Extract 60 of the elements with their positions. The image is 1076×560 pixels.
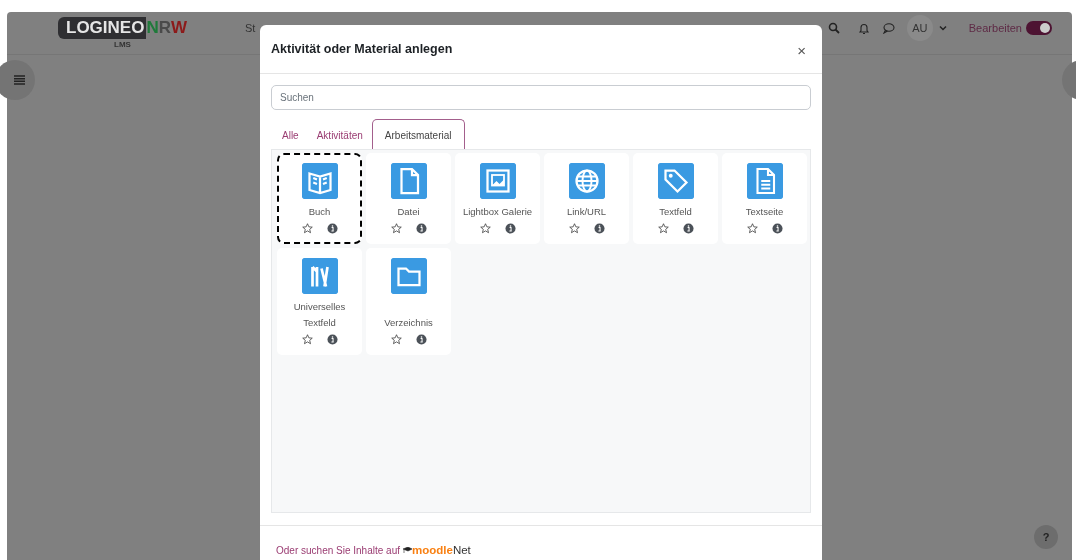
- info-icon[interactable]: [682, 223, 694, 234]
- chat-icon[interactable]: [881, 22, 895, 34]
- moodlenet-link[interactable]: moodleNet: [403, 544, 471, 556]
- info-icon[interactable]: [326, 334, 338, 345]
- edit-mode-toggle[interactable]: [1026, 21, 1052, 35]
- list-icon: [14, 75, 25, 85]
- close-button[interactable]: ×: [793, 42, 810, 59]
- module-card[interactable]: Buch: [277, 153, 362, 244]
- logo-subtitle: LMS: [114, 40, 131, 49]
- book-icon: [301, 163, 338, 199]
- module-card[interactable]: Textseite: [722, 153, 807, 244]
- module-card[interactable]: Datei: [366, 153, 451, 244]
- search-icon[interactable]: [827, 22, 840, 34]
- star-icon[interactable]: [301, 334, 313, 345]
- star-icon[interactable]: [390, 334, 402, 345]
- module-name: Datei: [397, 205, 420, 219]
- tab[interactable]: Arbeitsmaterial: [371, 119, 465, 149]
- graduation-cap-icon: [403, 546, 412, 554]
- gallery-icon: [479, 163, 516, 199]
- info-icon[interactable]: [415, 334, 427, 345]
- star-icon[interactable]: [657, 223, 669, 234]
- info-icon[interactable]: [504, 223, 516, 234]
- module-name: Link/URL: [566, 205, 607, 219]
- module-card[interactable]: Textfeld: [633, 153, 718, 244]
- star-icon[interactable]: [568, 223, 580, 234]
- star-icon[interactable]: [746, 223, 758, 234]
- edit-mode-label: Bearbeiten: [968, 22, 1022, 34]
- search-field[interactable]: Suchen: [271, 85, 811, 110]
- module-name: Buch: [308, 205, 331, 219]
- module-name: Textseite: [745, 205, 784, 219]
- info-icon[interactable]: [593, 223, 605, 234]
- module-name: Universelles Textfeld: [292, 300, 347, 330]
- module-card[interactable]: Lightbox Galerie: [455, 153, 540, 244]
- module-card[interactable]: Universelles Textfeld: [277, 248, 362, 355]
- dialog-title: Aktivität oder Material anlegen: [271, 42, 453, 56]
- module-name: Textfeld: [659, 205, 692, 219]
- user-avatar[interactable]: AU: [906, 15, 933, 41]
- caret-icon[interactable]: [938, 25, 947, 31]
- page-icon: [746, 163, 783, 199]
- info-icon[interactable]: [415, 223, 427, 234]
- logo: LOGINEONRW: [58, 17, 187, 39]
- module-card[interactable]: Verzeichnis: [366, 248, 451, 355]
- module-name: Lightbox Galerie: [462, 205, 533, 219]
- module-name: Verzeichnis: [384, 316, 433, 330]
- star-icon[interactable]: [479, 223, 491, 234]
- file-icon: [390, 163, 427, 199]
- tab[interactable]: Alle: [273, 119, 308, 149]
- globe-icon: [568, 163, 605, 199]
- module-card[interactable]: Link/URL: [544, 153, 629, 244]
- star-icon[interactable]: [390, 223, 402, 234]
- tab[interactable]: Aktivitäten: [307, 119, 372, 149]
- folder-icon: [390, 258, 427, 294]
- bell-icon[interactable]: [857, 21, 870, 35]
- footer-text: Oder suchen Sie Inhalte auf: [276, 544, 400, 556]
- course-index-button[interactable]: [0, 60, 35, 100]
- tag-icon: [657, 163, 694, 199]
- tools-icon: [301, 258, 338, 294]
- info-icon[interactable]: [771, 223, 783, 234]
- info-icon[interactable]: [326, 223, 338, 234]
- star-icon[interactable]: [301, 223, 313, 234]
